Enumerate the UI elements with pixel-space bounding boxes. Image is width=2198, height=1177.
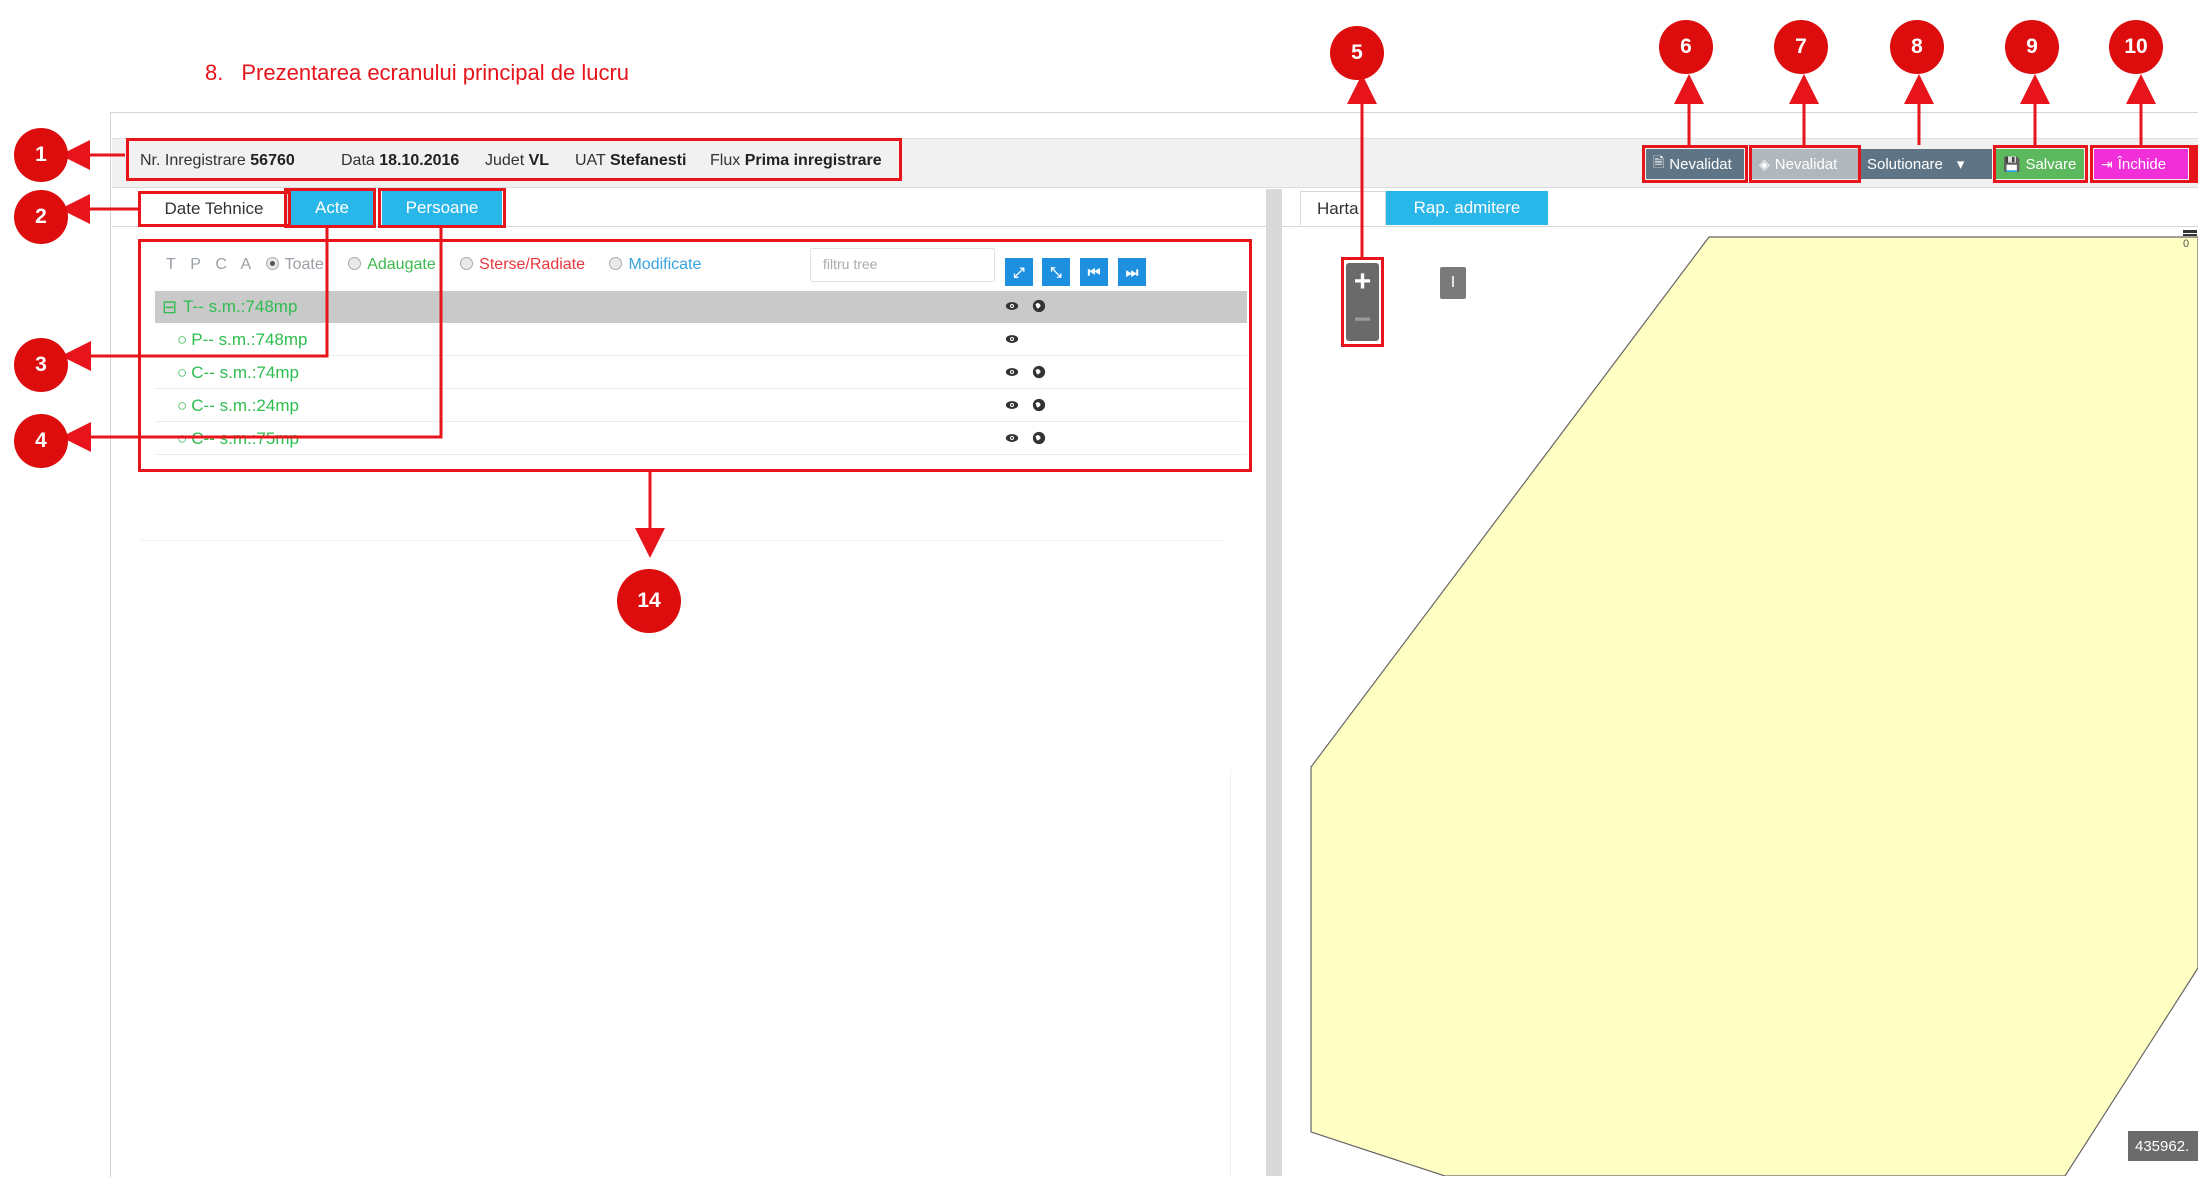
marker-14: 14	[617, 569, 681, 633]
marker-2: 2	[14, 190, 68, 244]
marker-1: 1	[14, 128, 68, 182]
marker-4: 4	[14, 414, 68, 468]
section-title: Prezentarea ecranului principal de lucru	[241, 60, 630, 85]
annotation-box-inchide	[2090, 145, 2192, 183]
scale-label: 0	[2183, 238, 2190, 250]
tab-harta[interactable]: Harta	[1300, 191, 1386, 225]
tab-rap-admitere[interactable]: Rap. admitere	[1386, 191, 1548, 225]
left-pane-edge	[1230, 770, 1231, 1176]
scale-bar: 0	[2183, 230, 2197, 250]
annotation-box-edge	[2192, 145, 2198, 183]
solutionare-dropdown[interactable]: Solutionare ▾	[1860, 149, 1992, 179]
annotation-box-nevalidat	[1642, 145, 1748, 183]
marker-9: 9	[2005, 20, 2059, 74]
solutionare-label: Solutionare	[1867, 155, 1943, 173]
annotation-box-tree	[138, 239, 1252, 472]
pane-splitter[interactable]	[1266, 189, 1282, 1176]
section-heading: 8. Prezentarea ecranului principal de luc…	[205, 60, 629, 86]
annotation-box-acte	[284, 188, 376, 228]
map-tool-button[interactable]: I	[1440, 267, 1466, 299]
parcel-polygon	[1310, 236, 2198, 1176]
left-pane-separator	[140, 540, 1225, 541]
marker-10: 10	[2109, 20, 2163, 74]
marker-7: 7	[1774, 20, 1828, 74]
marker-6: 6	[1659, 20, 1713, 74]
caret-down-icon: ▾	[1956, 156, 1965, 173]
map-view[interactable]	[1295, 228, 2198, 1176]
marker-3: 3	[14, 338, 68, 392]
section-number: 8.	[205, 60, 224, 85]
marker-5: 5	[1330, 26, 1384, 80]
annotation-box-nevalidat-2	[1749, 145, 1861, 183]
marker-8: 8	[1890, 20, 1944, 74]
annotation-box-infobar	[126, 138, 902, 181]
annotation-box-zoom	[1341, 257, 1384, 347]
annotation-box-salvare	[1993, 145, 2088, 183]
coordinate-readout: 435962.	[2128, 1131, 2198, 1161]
annotation-box-date-tehnice	[138, 191, 291, 227]
annotation-box-persoane	[378, 188, 506, 228]
